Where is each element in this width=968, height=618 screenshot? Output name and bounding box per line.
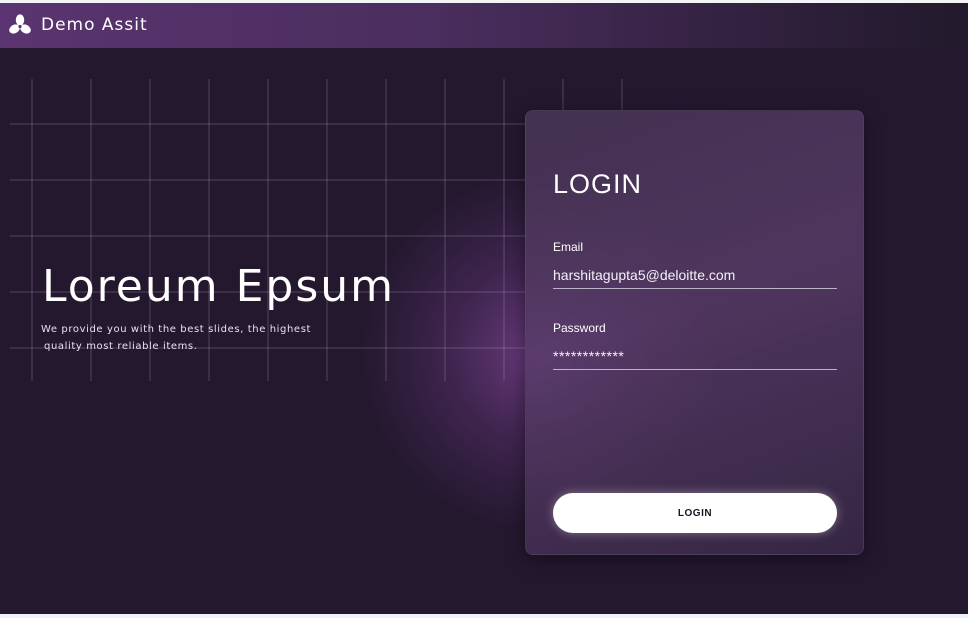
brand-name: Demo Assit <box>41 15 148 35</box>
login-button[interactable]: LOGIN <box>553 493 837 533</box>
email-label: Email <box>553 240 584 254</box>
hero-subtitle-line-2: quality most reliable items. <box>44 341 198 352</box>
login-card: LOGIN Email Password LOGIN <box>525 110 864 555</box>
top-bar: Demo Assit <box>0 3 968 48</box>
password-label: Password <box>553 321 606 335</box>
email-field[interactable] <box>553 262 837 289</box>
hero-title: Loreum Epsum <box>42 261 395 312</box>
bottom-strip <box>0 614 968 618</box>
hero-subtitle-line-1: We provide you with the best slides, the… <box>41 324 312 335</box>
hero-subtitle: We provide you with the best slides, the… <box>41 321 341 355</box>
login-title: LOGIN <box>553 169 643 199</box>
password-field[interactable] <box>553 343 837 370</box>
app-screen: Demo Assit Loreum Epsum We provide you w… <box>0 3 968 614</box>
three-petal-logo-icon <box>9 14 31 34</box>
